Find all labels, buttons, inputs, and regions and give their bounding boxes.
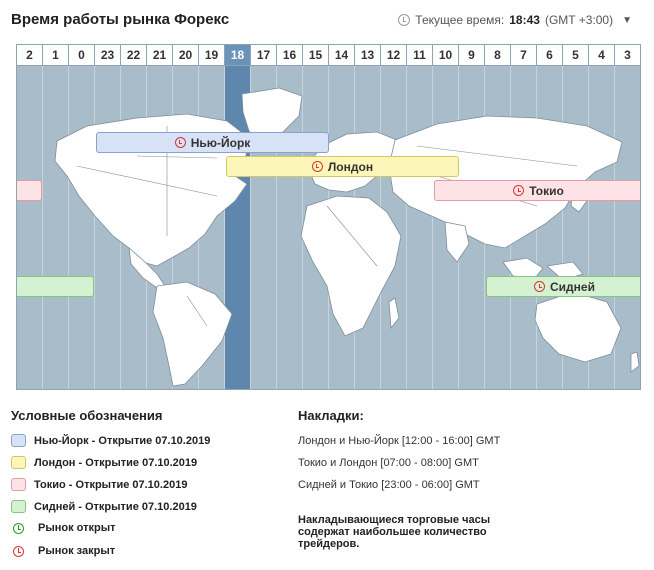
legend-label: Лондон - Открытие 07.10.2019 (34, 456, 198, 469)
hour-cell: 4 (589, 45, 615, 66)
session-label-new-york: Нью-Йорк (190, 135, 251, 150)
hour-cell: 15 (303, 45, 329, 66)
market-closed-icon (13, 545, 24, 557)
legend-open-label: Рынок открыт (38, 522, 116, 534)
hour-cell: 21 (147, 45, 173, 66)
session-bar-tokyo[interactable]: Токио (434, 180, 640, 201)
hour-cell: 9 (459, 45, 485, 66)
session-bar-sydney-wrap[interactable] (17, 276, 94, 297)
hour-cell: 20 (173, 45, 199, 66)
session-label-sydney: Сидней (550, 279, 595, 294)
hour-cell: 14 (329, 45, 355, 66)
current-time-widget[interactable]: Текущее время: 18:43 (GMT +3:00) ▼ (398, 13, 632, 27)
legend-swatch-new-york (11, 434, 26, 447)
hour-cell: 22 (121, 45, 147, 66)
chevron-down-icon[interactable]: ▼ (622, 15, 632, 26)
legend-item-new-york: Нью-Йорк - Открытие 07.10.2019 (11, 434, 210, 447)
session-label-london: Лондон (327, 159, 374, 174)
market-closed-icon (311, 161, 323, 172)
hour-cell: 23 (95, 45, 121, 66)
overlap-item: Токио и Лондон [07:00 - 08:00] GMT (298, 457, 479, 469)
legend-swatch-london (11, 456, 26, 469)
overlaps-note: Накладывающиеся торговые часы содержат н… (298, 514, 491, 550)
page-title: Время работы рынка Форекс (11, 11, 230, 28)
overlap-item: Лондон и Нью-Йорк [12:00 - 16:00] GMT (298, 435, 501, 447)
legend-label: Сидней - Открытие 07.10.2019 (34, 500, 197, 513)
legend-item-tokyo: Токио - Открытие 07.10.2019 (11, 478, 187, 491)
legend-market-closed: Рынок закрыт (11, 545, 115, 557)
hour-cell: 6 (537, 45, 563, 66)
clock-icon (398, 14, 411, 26)
timezone-label: (GMT +3:00) (544, 13, 614, 27)
market-open-icon (13, 522, 24, 534)
hour-cell: 0 (69, 45, 95, 66)
hour-cell: 18 (225, 45, 251, 66)
hour-cell: 8 (485, 45, 511, 66)
legend-closed-label: Рынок закрыт (38, 545, 116, 557)
hour-cell: 13 (355, 45, 381, 66)
legend-item-london: Лондон - Открытие 07.10.2019 (11, 456, 197, 469)
market-closed-icon (534, 281, 546, 292)
session-bar-london[interactable]: Лондон (226, 156, 459, 177)
hour-cell: 11 (407, 45, 433, 66)
hour-cell: 16 (277, 45, 303, 66)
hour-cell: 1 (43, 45, 69, 66)
hour-cell: 12 (381, 45, 407, 66)
hour-cell: 7 (511, 45, 537, 66)
session-bar-new-york[interactable]: Нью-Йорк (96, 132, 329, 153)
hour-cell: 2 (17, 45, 43, 66)
legend-label: Нью-Йорк - Открытие 07.10.2019 (34, 434, 211, 447)
session-bar-sydney[interactable]: Сидней (486, 276, 640, 297)
legend-market-open: Рынок открыт (11, 522, 116, 534)
legend-swatch-tokyo (11, 478, 26, 491)
market-closed-icon (513, 185, 525, 196)
hour-cell: 17 (251, 45, 277, 66)
hour-cell: 5 (563, 45, 589, 66)
hour-cell: 10 (433, 45, 459, 66)
overlap-item: Сидней и Токио [23:00 - 06:00] GMT (298, 479, 480, 491)
world-map: 2 1 0 23 22 21 20 19 18 17 16 15 14 13 12 11 10 9 8 7 6 5 4 3 (16, 44, 641, 390)
market-closed-icon (174, 137, 186, 148)
current-time-label: Текущее время: (415, 13, 505, 27)
session-bar-tokyo-wrap[interactable] (17, 180, 42, 201)
legend-item-sydney: Сидней - Открытие 07.10.2019 (11, 500, 197, 513)
legend-title: Условные обозначения (11, 408, 163, 423)
hour-scale: 2 1 0 23 22 21 20 19 18 17 16 15 14 13 12 11 10 9 8 7 6 5 4 3 (17, 45, 640, 66)
world-map-landmass (54, 87, 640, 387)
session-label-tokyo: Токио (529, 183, 564, 198)
overlaps-title: Накладки: (298, 408, 364, 423)
current-time-value: 18:43 (509, 13, 540, 27)
legend-swatch-sydney (11, 500, 26, 513)
hour-cell: 19 (199, 45, 225, 66)
legend-label: Токио - Открытие 07.10.2019 (34, 478, 188, 491)
hour-cell: 3 (615, 45, 640, 66)
